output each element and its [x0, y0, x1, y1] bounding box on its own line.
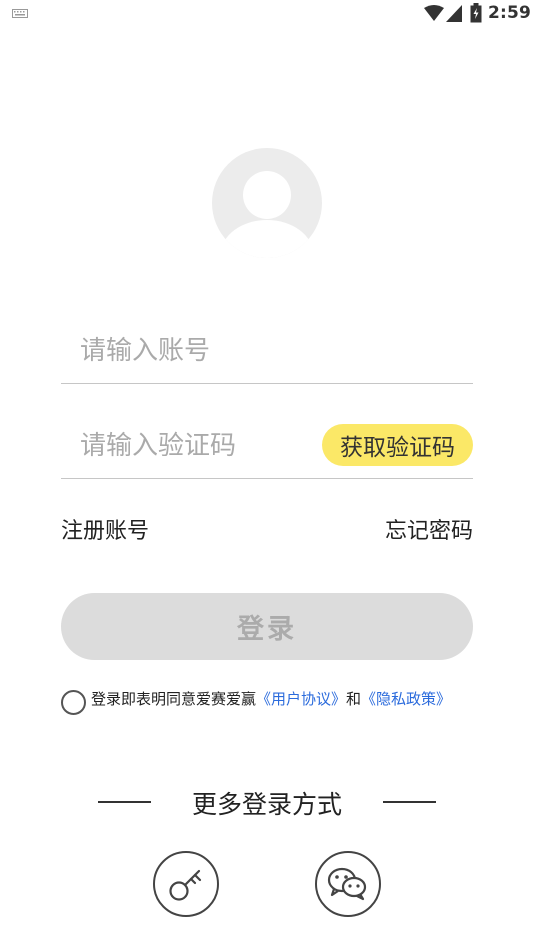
- agreement-prefix: 登录即表明同意爱赛爱赢: [91, 690, 257, 708]
- agreement-checkbox[interactable]: [61, 690, 86, 715]
- status-bar: 2:59: [0, 0, 534, 28]
- wifi-icon: [424, 5, 444, 21]
- more-login-header: 更多登录方式: [98, 785, 436, 819]
- account-input[interactable]: [80, 328, 320, 374]
- wechat-login-button[interactable]: [315, 851, 381, 917]
- key-login-button[interactable]: [153, 851, 219, 917]
- status-time: 2:59: [488, 3, 532, 23]
- user-placeholder-icon: [221, 171, 313, 258]
- agreement-row: 登录即表明同意爱赛爱赢《用户协议》和《隐私政策》: [61, 686, 531, 718]
- avatar: [212, 148, 322, 258]
- battery-icon: [470, 3, 482, 23]
- agreement-connector: 和: [346, 690, 362, 708]
- code-field: 获取验证码: [61, 409, 473, 479]
- key-login-icon: [169, 869, 202, 901]
- more-login-title: 更多登录方式: [191, 790, 342, 819]
- login-button[interactable]: 登录: [61, 593, 473, 660]
- forgot-password-link[interactable]: 忘记密码: [385, 513, 473, 545]
- keyboard-icon: [12, 9, 28, 18]
- code-input[interactable]: [80, 423, 320, 469]
- agreement-text: 登录即表明同意爱赛爱赢《用户协议》和《隐私政策》: [91, 688, 451, 709]
- divider-right: [383, 801, 436, 803]
- get-code-button[interactable]: 获取验证码: [322, 424, 473, 466]
- register-link[interactable]: 注册账号: [61, 513, 149, 545]
- wechat-icon: [327, 867, 367, 901]
- link-row: 注册账号 忘记密码: [61, 510, 473, 546]
- user-agreement-link[interactable]: 《用户协议》: [256, 690, 346, 708]
- privacy-policy-link[interactable]: 《隐私政策》: [361, 690, 451, 708]
- account-field: [61, 314, 473, 384]
- signal-icon: [446, 5, 462, 22]
